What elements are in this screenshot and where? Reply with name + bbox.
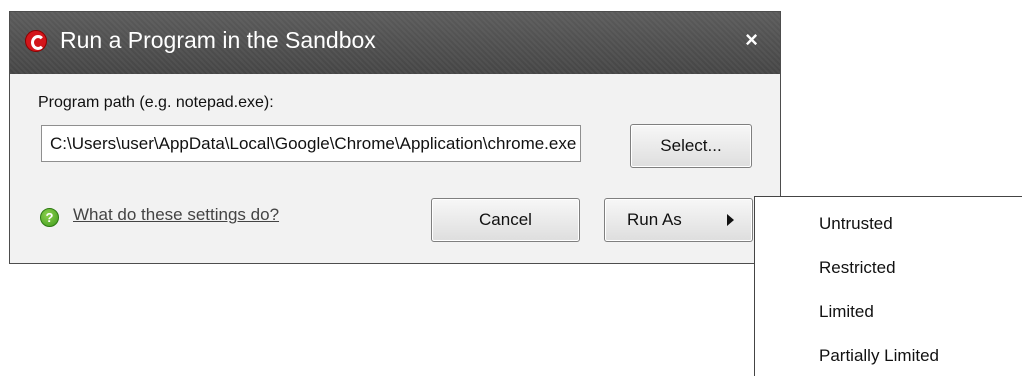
run-as-menu: Untrusted Restricted Limited Partially L… (754, 196, 1022, 376)
menu-item-restricted[interactable]: Restricted (819, 258, 896, 278)
help-link[interactable]: What do these settings do? (73, 205, 279, 225)
dialog-titlebar[interactable]: Run a Program in the Sandbox × (10, 12, 780, 74)
sandbox-dialog: Run a Program in the Sandbox × Program p… (9, 11, 781, 264)
program-path-input[interactable] (41, 125, 581, 162)
cancel-button[interactable]: Cancel (431, 198, 580, 242)
close-icon[interactable]: × (745, 27, 758, 53)
program-path-label: Program path (e.g. notepad.exe): (38, 94, 274, 111)
run-as-label: Run As (627, 210, 682, 229)
menu-item-untrusted[interactable]: Untrusted (819, 214, 893, 234)
comodo-icon (25, 30, 47, 52)
run-as-button[interactable]: Run As (604, 198, 753, 242)
select-button[interactable]: Select... (630, 124, 752, 168)
arrow-right-icon (727, 214, 734, 226)
dialog-title: Run a Program in the Sandbox (60, 27, 376, 53)
menu-item-partially-limited[interactable]: Partially Limited (819, 346, 939, 366)
help-icon[interactable]: ? (40, 208, 59, 227)
menu-item-limited[interactable]: Limited (819, 302, 874, 322)
